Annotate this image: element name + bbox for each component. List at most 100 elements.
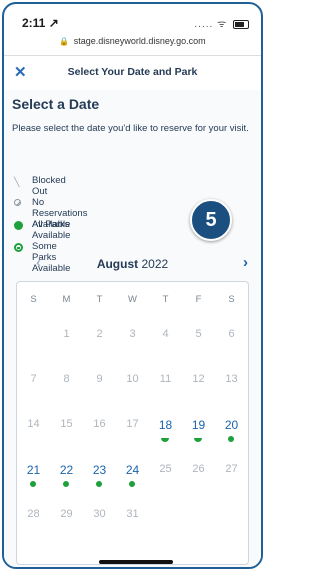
day-number: 19	[191, 418, 206, 432]
day-number: 13	[225, 373, 238, 385]
weekday-label: S	[228, 294, 235, 305]
no-entry-icon	[14, 199, 21, 206]
home-indicator[interactable]	[99, 560, 173, 564]
calendar-day-available[interactable]: 22	[50, 463, 83, 489]
partial-circle-icon	[14, 243, 23, 252]
url-bar[interactable]: 🔒 stage.disneyworld.disney.go.com	[4, 36, 261, 46]
some-parks-indicator-icon	[161, 438, 169, 442]
calendar-day: 29	[50, 508, 83, 534]
month-year: 2022	[141, 257, 169, 271]
all-parks-indicator-icon	[228, 436, 234, 442]
all-parks-indicator-icon	[96, 481, 102, 487]
day-number: 2	[96, 328, 103, 340]
calendar-day: 10	[116, 373, 149, 399]
legend-label: All Parks Available	[32, 219, 71, 241]
day-number: 29	[60, 508, 73, 520]
lock-icon: 🔒	[59, 37, 70, 46]
calendar-day-available[interactable]: 24	[116, 463, 149, 489]
day-number: 31	[126, 508, 139, 520]
day-number: 3	[129, 328, 136, 340]
weekday-header: SMTWTFS	[17, 294, 248, 308]
calendar-day: 26	[182, 463, 215, 489]
phone-frame: 2:11 ↗ ..... ᯤ 🔒 stage.disneyworld.disne…	[2, 2, 263, 569]
calendar-day: 8	[50, 373, 83, 399]
calendar-day: 30	[83, 508, 116, 534]
day-number: 5	[195, 328, 202, 340]
battery-icon	[233, 19, 249, 29]
calendar-day: 6	[215, 328, 248, 354]
day-number: 15	[60, 418, 73, 430]
some-parks-indicator-icon	[194, 438, 202, 442]
all-parks-indicator-icon	[63, 481, 69, 487]
calendar-day: 7	[17, 373, 50, 399]
calendar-day-available[interactable]: 18	[149, 418, 182, 444]
page-title: Select a Date	[12, 96, 100, 112]
day-number: 10	[126, 373, 139, 385]
calendar-day: 28	[17, 508, 50, 534]
legend-label: Blocked Out	[32, 175, 66, 197]
filled-circle-icon	[14, 221, 23, 230]
day-number: 11	[159, 373, 172, 385]
calendar-day-available[interactable]: 19	[182, 418, 215, 444]
month-navigation: ‹ August 2022 ›	[4, 253, 261, 275]
all-parks-indicator-icon	[30, 481, 36, 487]
day-number: 4	[162, 328, 169, 340]
month-name: August	[96, 257, 139, 271]
day-number: 30	[93, 508, 106, 520]
status-bar: 2:11 ↗ ..... ᯤ	[4, 4, 261, 34]
calendar-day: 27	[215, 463, 248, 489]
day-number: 21	[26, 463, 41, 477]
day-number: 6	[228, 328, 235, 340]
day-number: 20	[224, 418, 239, 432]
day-number: 27	[225, 463, 238, 475]
calendar-day: 13	[215, 373, 248, 399]
day-number: 16	[93, 418, 106, 430]
day-number: 23	[92, 463, 107, 477]
day-number: 18	[158, 418, 173, 432]
step-number-badge: 5	[190, 199, 232, 241]
calendar-day: 14	[17, 418, 50, 444]
day-number: 22	[59, 463, 74, 477]
weekday-label: W	[128, 294, 137, 305]
calendar-day-available[interactable]: 21	[17, 463, 50, 489]
status-icons: ..... ᯤ	[194, 16, 249, 30]
weekday-label: F	[195, 294, 202, 305]
day-number: 24	[125, 463, 140, 477]
calendar-day: 31	[116, 508, 149, 534]
day-number: 9	[96, 373, 103, 385]
calendar-day: 15	[50, 418, 83, 444]
calendar-day: 2	[83, 328, 116, 354]
calendar-day: 11	[149, 373, 182, 399]
calendar-day: 16	[83, 418, 116, 444]
weekday-label: S	[30, 294, 37, 305]
day-number: 28	[27, 508, 40, 520]
calendar-day: 1	[50, 328, 83, 354]
weekday-label: T	[96, 294, 103, 305]
calendar-day: 17	[116, 418, 149, 444]
day-number: 14	[27, 418, 40, 430]
calendar-day: 4	[149, 328, 182, 354]
day-number: 17	[126, 418, 139, 430]
slash-icon: ╲	[14, 177, 20, 187]
status-time: 2:11 ↗	[22, 16, 59, 30]
calendar-day: 5	[182, 328, 215, 354]
day-number: 26	[192, 463, 205, 475]
weekday-label: M	[62, 294, 71, 305]
day-number: 12	[192, 373, 205, 385]
calendar-day: 25	[149, 463, 182, 489]
header-title: Select Your Date and Park	[67, 66, 198, 78]
url-text: stage.disneyworld.disney.go.com	[73, 36, 206, 46]
day-number: 1	[63, 328, 70, 340]
calendar-grid: SMTWTFS 1 2 3 4 5 6 7 8 9 10 11 12 13 14 15 16 17 18 19 20 2…	[16, 281, 249, 565]
chevron-right-icon[interactable]: ›	[243, 254, 248, 271]
calendar-day-available[interactable]: 20	[215, 418, 248, 444]
weekday-label: T	[162, 294, 169, 305]
all-parks-indicator-icon	[129, 481, 135, 487]
modal-header: ✕ Select Your Date and Park	[4, 55, 261, 91]
page-subtitle: Please select the date you'd like to res…	[12, 123, 249, 134]
calendar-day-available[interactable]: 23	[83, 463, 116, 489]
calendar-day: 12	[182, 373, 215, 399]
month-label: August 2022	[4, 257, 261, 271]
day-number: 25	[159, 463, 172, 475]
main-content: Select a Date Please select the date you…	[4, 90, 261, 567]
